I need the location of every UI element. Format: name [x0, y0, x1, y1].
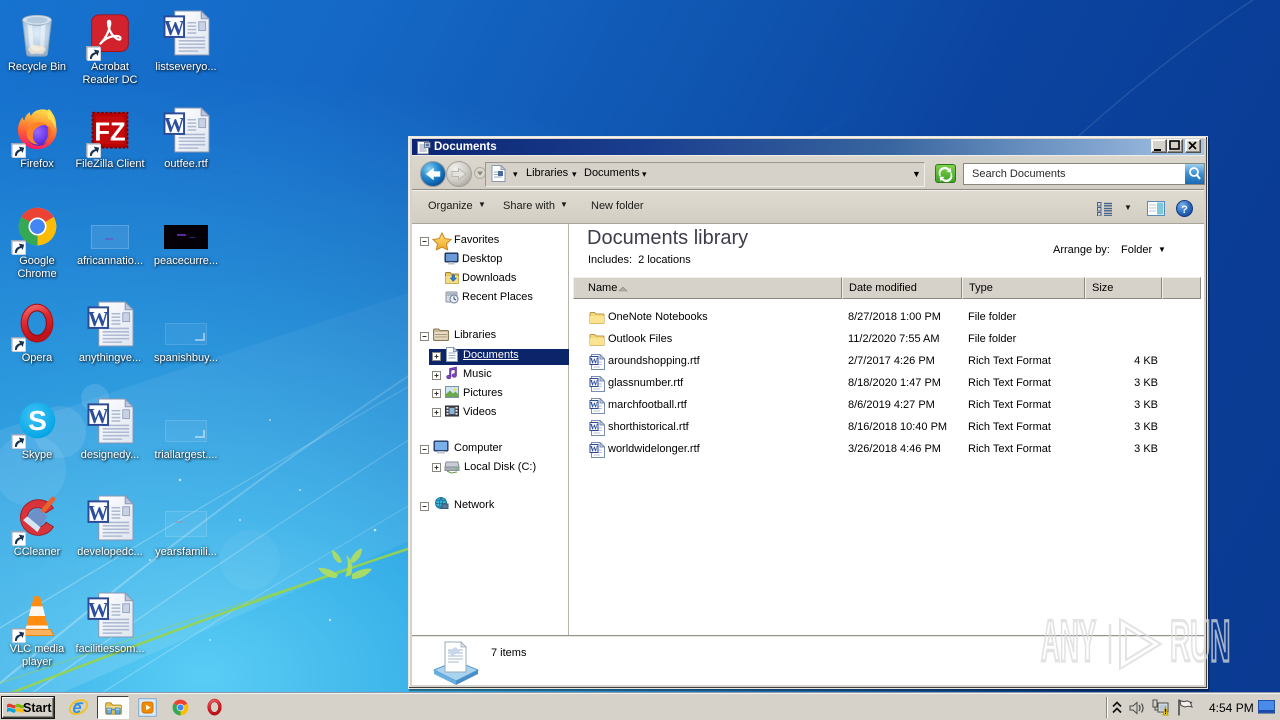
svg-text:RUN: RUN	[1170, 610, 1230, 674]
svg-text:ANY: ANY	[1041, 610, 1096, 674]
svg-text:?: ?	[1181, 204, 1188, 216]
svg-text:!: !	[1164, 709, 1166, 716]
